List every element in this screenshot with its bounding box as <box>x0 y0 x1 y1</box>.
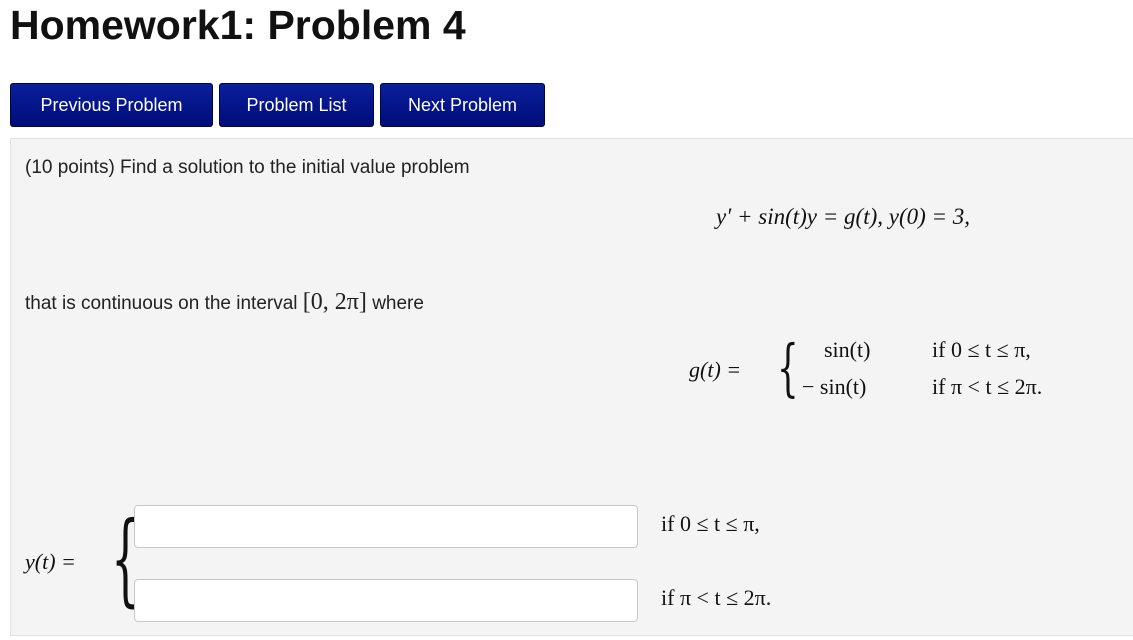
continuity-text: that is continuous on the interval <box>25 293 298 314</box>
g-case2-condition: if π < t ≤ 2π. <box>932 374 1043 399</box>
ivp-equation: y′ + sin(t)y = g(t), y(0) = 3, <box>716 204 971 229</box>
y-case2-condition: if π < t ≤ 2π. <box>661 585 772 610</box>
answer-field-case2[interactable] <box>134 579 638 622</box>
interval: [0, 2π] <box>302 289 367 315</box>
y-case1-condition: if 0 ≤ t ≤ π, <box>661 511 760 536</box>
g-definition-lhs: g(t) = <box>689 357 742 382</box>
problem-intro: (10 points) Find a solution to the initi… <box>25 157 470 178</box>
g-brace: { <box>777 331 799 404</box>
previous-problem-button[interactable]: Previous Problem <box>10 83 213 127</box>
g-case1-expression: sin(t) <box>824 337 871 362</box>
problem-list-button[interactable]: Problem List <box>219 83 374 127</box>
next-problem-button[interactable]: Next Problem <box>380 83 545 127</box>
continuity-statement: that is continuous on the interval [0, 2… <box>25 289 424 316</box>
problem-body: (10 points) Find a solution to the initi… <box>10 138 1133 636</box>
continuity-suffix: where <box>372 293 424 314</box>
page-title: Homework1: Problem 4 <box>10 2 466 48</box>
g-case1-condition: if 0 ≤ t ≤ π, <box>932 337 1031 362</box>
answer-field-case1[interactable] <box>134 505 638 548</box>
y-solution-lhs: y(t) = <box>25 549 76 574</box>
page: Homework1: Problem 4 Previous Problem Pr… <box>0 0 1133 640</box>
g-case2-expression: − sin(t) <box>802 374 867 399</box>
